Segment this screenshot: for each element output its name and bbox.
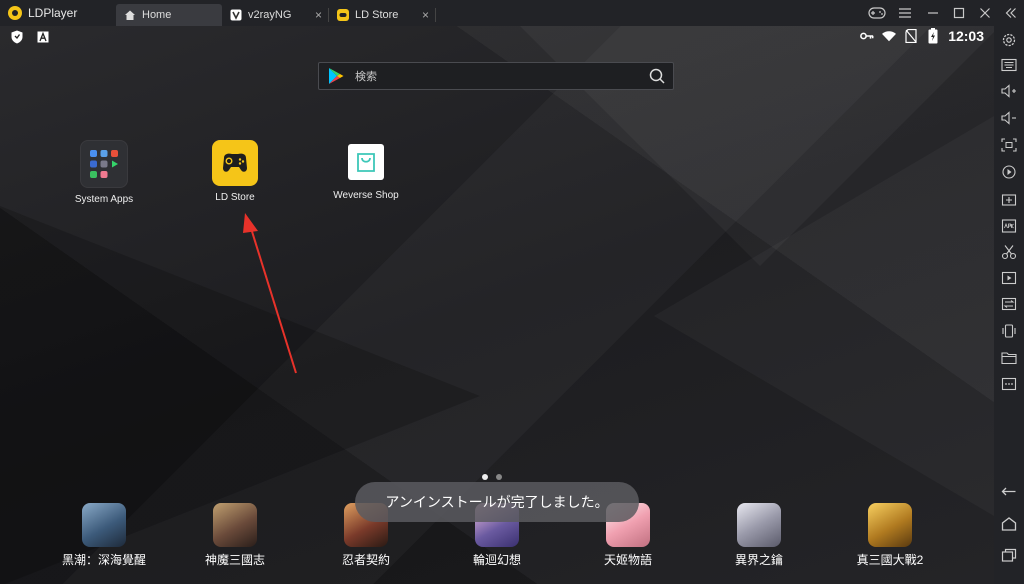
apk-icon[interactable] [1001, 218, 1017, 234]
annotation-arrow [243, 213, 297, 374]
page-dot[interactable] [496, 474, 502, 480]
app-label: 真三國大戰2 [856, 553, 924, 567]
video-record-icon[interactable] [1001, 270, 1017, 286]
ld-store-app-icon [212, 140, 258, 186]
close-icon[interactable]: × [422, 8, 429, 22]
volume-up-icon[interactable] [1001, 83, 1017, 99]
tab-label: LD Store [355, 9, 399, 21]
gamepad-icon[interactable] [864, 0, 890, 26]
recent-apps-icon[interactable] [1001, 547, 1017, 563]
toast-message: アンインストールが完了しました。 [355, 482, 639, 522]
game-icon [82, 503, 126, 547]
dock-app[interactable]: 異界之鑰 [714, 503, 804, 568]
dock-app[interactable]: 真三國大戰2 [845, 503, 935, 568]
search-icon[interactable] [649, 68, 665, 84]
title-bar: LDPlayer Home v2rayNG × LD Store × [0, 0, 1024, 26]
tab-separator [435, 8, 436, 22]
back-icon[interactable] [1001, 484, 1017, 500]
maximize-icon[interactable] [946, 0, 972, 26]
sync-icon[interactable] [1001, 164, 1017, 180]
app-label: 神魔三國志 [204, 553, 265, 567]
system-apps-folder-icon [80, 140, 128, 188]
tab-label: Home [142, 9, 172, 21]
keyboard-icon[interactable] [1001, 57, 1017, 73]
game-icon [213, 503, 257, 547]
collapse-sidebar-icon[interactable] [998, 0, 1024, 26]
minimize-icon[interactable] [920, 0, 946, 26]
dock-app[interactable]: 神魔三國志 [190, 503, 280, 568]
status-bar: 12:03 [0, 26, 994, 48]
home-icon [124, 9, 136, 21]
toast-text: アンインストールが完了しました。 [385, 494, 609, 510]
game-icon [737, 503, 781, 547]
volume-down-icon[interactable] [1001, 110, 1017, 126]
ldplayer-logo-icon [8, 6, 22, 20]
wallpaper-shape [654, 116, 994, 516]
search-bar[interactable]: 検索 [318, 62, 674, 90]
app-label: 忍者契約 [341, 553, 390, 567]
fullscreen-icon[interactable] [1001, 137, 1017, 153]
tab-label: v2rayNG [248, 9, 292, 21]
search-input[interactable]: 検索 [355, 68, 377, 84]
app-logo: LDPlayer [0, 6, 116, 20]
ld-store-icon [337, 9, 349, 21]
shield-icon [10, 30, 24, 44]
app-label: 黑潮：深海覺醒 [61, 553, 146, 567]
page-dot-active[interactable] [482, 474, 488, 480]
app-label: LD Store [215, 192, 255, 203]
app-label: System Apps [74, 194, 134, 205]
page-indicator [482, 474, 502, 480]
tab-home[interactable]: Home [116, 4, 222, 26]
tab-ld-store[interactable]: LD Store × [329, 4, 435, 26]
app-label: 輪迴幻想 [472, 553, 521, 567]
shake-device-icon[interactable] [1001, 323, 1017, 339]
close-window-icon[interactable] [972, 0, 998, 26]
multi-instance-sync-icon[interactable] [1001, 296, 1017, 312]
window-controls [864, 0, 1024, 26]
desktop-app-ld-store[interactable]: LD Store [190, 140, 280, 203]
app-label: 天姬物語 [603, 553, 652, 567]
home-button-icon[interactable] [1001, 516, 1017, 532]
app-label: 異界之鑰 [734, 553, 783, 567]
app-label: Weverse Shop [333, 190, 399, 201]
install-apk-icon[interactable] [1001, 191, 1017, 207]
battery-charging-icon [926, 28, 940, 44]
no-sim-icon [904, 29, 918, 43]
emulator-toolbar [994, 26, 1024, 584]
v2rayng-icon [230, 9, 242, 21]
vpn-key-icon [860, 29, 874, 43]
settings-gear-icon[interactable] [1001, 32, 1017, 48]
notification-a-icon [36, 30, 50, 44]
close-icon[interactable]: × [315, 8, 322, 22]
desktop-app-weverse-shop[interactable]: Weverse Shop [321, 144, 411, 201]
desktop-app-system-apps[interactable]: System Apps [59, 140, 149, 205]
scissors-icon[interactable] [1001, 244, 1017, 260]
dock-app[interactable]: 黑潮：深海覺醒 [59, 503, 149, 568]
wifi-icon [882, 29, 897, 43]
folder-icon[interactable] [1001, 350, 1017, 366]
app-name: LDPlayer [28, 6, 78, 20]
menu-icon[interactable] [890, 0, 920, 26]
weverse-shop-icon [348, 144, 384, 180]
google-play-icon [327, 67, 345, 85]
android-screen: 12:03 検索 System Apps LD Store Weverse Sh… [0, 26, 994, 584]
tab-v2rayng[interactable]: v2rayNG × [222, 4, 328, 26]
game-icon [868, 503, 912, 547]
status-time: 12:03 [948, 28, 984, 44]
more-options-icon[interactable] [1001, 376, 1017, 392]
